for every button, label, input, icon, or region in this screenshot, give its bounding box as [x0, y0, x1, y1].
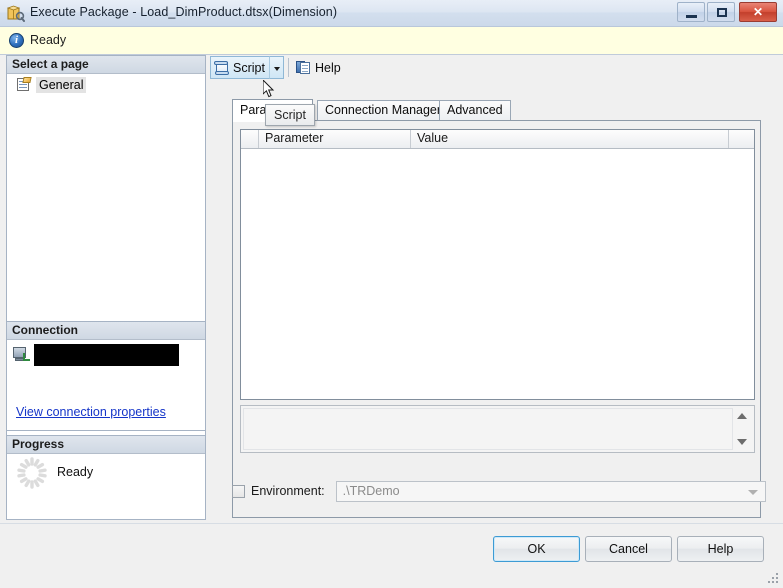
sidebar-item-label: General	[36, 76, 87, 93]
connection-server-name-redacted	[34, 344, 179, 366]
progress-pane: Progress Ready	[6, 435, 206, 520]
tab-connection-managers[interactable]: Connection Managers	[317, 100, 456, 121]
chevron-down-icon	[747, 489, 758, 495]
page-list: General	[7, 75, 205, 94]
grid-column-value[interactable]: Value	[411, 130, 729, 148]
mouse-cursor	[262, 78, 276, 99]
description-text-area	[243, 408, 733, 450]
dialog-body: Select a page General Connection View co…	[0, 55, 783, 523]
page-icon	[16, 77, 32, 92]
minimize-button[interactable]	[677, 2, 705, 22]
parameters-grid[interactable]: Parameter Value	[240, 129, 755, 400]
grid-column-selector	[241, 130, 259, 148]
info-icon	[9, 33, 24, 48]
help-button[interactable]: Help	[677, 536, 764, 562]
script-button-label: Script	[233, 60, 265, 75]
status-bar: Ready	[0, 27, 783, 55]
environment-selected-value: .\TRDemo	[342, 483, 400, 498]
scroll-down-icon[interactable]	[737, 439, 747, 445]
script-button[interactable]: Script	[210, 56, 271, 79]
status-text: Ready	[30, 33, 67, 47]
progress-status-text: Ready	[57, 465, 94, 479]
help-button-label: Help	[315, 60, 341, 75]
description-scrollbar[interactable]	[734, 408, 751, 450]
dialog-footer: OK Cancel Help	[0, 523, 783, 588]
grid-column-filler	[729, 130, 754, 148]
toolbar: Script Help	[210, 55, 777, 98]
help-book-icon	[296, 60, 311, 75]
script-tooltip: Script	[265, 104, 315, 126]
close-icon: ✕	[752, 5, 764, 19]
help-toolbar-button[interactable]: Help	[292, 56, 345, 79]
progress-spinner-icon	[15, 456, 49, 490]
select-page-header: Select a page	[7, 56, 205, 74]
sidebar-item-general[interactable]: General	[7, 75, 205, 94]
ok-button[interactable]: OK	[493, 536, 580, 562]
resize-grip[interactable]	[768, 573, 780, 585]
environment-row: Environment: .\TRDemo	[232, 480, 777, 502]
script-scroll-icon	[214, 60, 230, 76]
environment-dropdown[interactable]: .\TRDemo	[335, 480, 766, 502]
cancel-button[interactable]: Cancel	[585, 536, 672, 562]
toolbar-separator	[288, 58, 289, 77]
environment-label: Environment:	[251, 484, 325, 498]
description-panel	[240, 405, 755, 453]
connection-header: Connection	[7, 322, 205, 340]
view-connection-properties-link[interactable]: View connection properties	[16, 405, 166, 419]
connection-row	[13, 344, 179, 366]
progress-header: Progress	[7, 436, 205, 454]
maximize-button[interactable]	[707, 2, 735, 22]
grid-header-row: Parameter Value	[241, 130, 754, 149]
server-connection-icon	[13, 347, 31, 363]
window-title: Execute Package - Load_DimProduct.dtsx(D…	[30, 5, 338, 19]
scroll-up-icon[interactable]	[737, 413, 747, 419]
chevron-down-icon	[274, 67, 280, 71]
title-bar: Execute Package - Load_DimProduct.dtsx(D…	[0, 0, 783, 27]
grid-column-parameter[interactable]: Parameter	[259, 130, 411, 148]
close-button[interactable]: ✕	[739, 2, 777, 22]
minimize-icon	[686, 15, 697, 18]
connection-pane: Connection View connection properties	[6, 321, 206, 431]
maximize-icon	[717, 8, 727, 17]
package-wrench-icon	[6, 5, 25, 23]
tab-advanced[interactable]: Advanced	[439, 100, 511, 121]
execute-package-dialog: Execute Package - Load_DimProduct.dtsx(D…	[0, 0, 783, 588]
script-dropdown-button[interactable]	[269, 56, 284, 79]
environment-checkbox[interactable]	[232, 484, 245, 498]
